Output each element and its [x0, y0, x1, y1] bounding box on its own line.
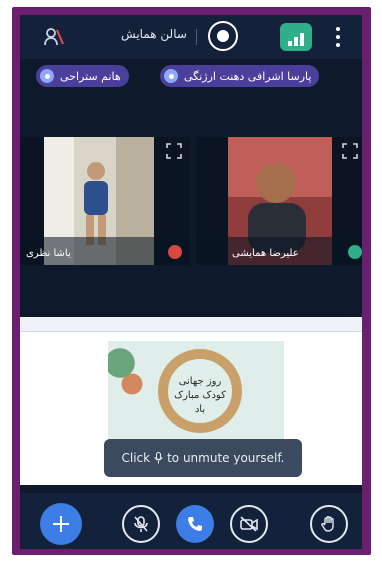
presenter-chip[interactable]: هانم ستراحی	[36, 65, 129, 87]
presentation-slide: روز جهانی کودک مبارک باد	[108, 341, 284, 441]
toast-suffix: to unmute yourself.	[167, 451, 285, 465]
raise-hand-button[interactable]	[310, 505, 348, 543]
slide-line: کودک مبارک باد	[174, 390, 226, 415]
participant-video	[20, 137, 190, 265]
expand-icon[interactable]	[166, 143, 182, 159]
video-tile[interactable]: یاشا نظری	[20, 137, 190, 265]
record-icon	[217, 30, 229, 42]
video-off-icon	[240, 516, 258, 532]
microphone-off-icon	[134, 516, 148, 532]
connection-status-button[interactable]	[280, 23, 312, 51]
presenter-chips: پارسا اشرافی دهنت ارژنگی هانم ستراحی	[20, 65, 362, 91]
mute-button[interactable]	[122, 505, 160, 543]
participant-name: یاشا نظری	[26, 248, 71, 259]
presenter-icon	[164, 69, 178, 83]
expand-icon[interactable]	[342, 143, 358, 159]
signal-bar	[294, 37, 298, 46]
record-button[interactable]	[208, 21, 238, 51]
header-divider	[196, 29, 197, 45]
mic-active-icon	[348, 245, 362, 259]
camera-button[interactable]	[230, 505, 268, 543]
participant-name: علیرضا همایشی	[232, 248, 299, 259]
floral-decoration	[108, 341, 144, 405]
room-title: سالن همایش	[121, 27, 187, 41]
user-mic-off-icon[interactable]	[40, 23, 68, 51]
presenter-icon	[40, 69, 54, 83]
mic-muted-icon	[168, 245, 182, 259]
microphone-icon	[154, 452, 163, 464]
actions-button[interactable]	[40, 503, 82, 545]
signal-bar	[288, 41, 292, 46]
slide-text: روز جهانی کودک مبارک باد	[168, 375, 232, 417]
presenter-name: هانم ستراحی	[60, 69, 121, 83]
signal-bar	[300, 33, 304, 46]
browser-toolbar	[20, 317, 362, 332]
video-tile[interactable]: علیرضا همایشی	[196, 137, 362, 265]
unmute-toast: Click to unmute yourself.	[104, 439, 302, 477]
phone-icon	[188, 517, 202, 531]
hand-icon	[321, 516, 334, 532]
presenter-chip[interactable]: پارسا اشرافی دهنت ارژنگی	[160, 65, 320, 87]
phone-button[interactable]	[176, 505, 214, 543]
top-bar: سالن همایش	[20, 15, 362, 59]
presenter-name: پارسا اشرافی دهنت ارژنگی	[184, 69, 312, 83]
toast-prefix: Click	[121, 451, 151, 465]
action-bar	[20, 493, 362, 549]
more-vertical-icon[interactable]	[334, 27, 342, 47]
slide-line: روز جهانی	[178, 376, 222, 387]
participant-video	[196, 137, 362, 265]
meeting-screen: سالن همایش پارسا اشرافی دهنت ارژنگی هانم…	[20, 15, 362, 549]
